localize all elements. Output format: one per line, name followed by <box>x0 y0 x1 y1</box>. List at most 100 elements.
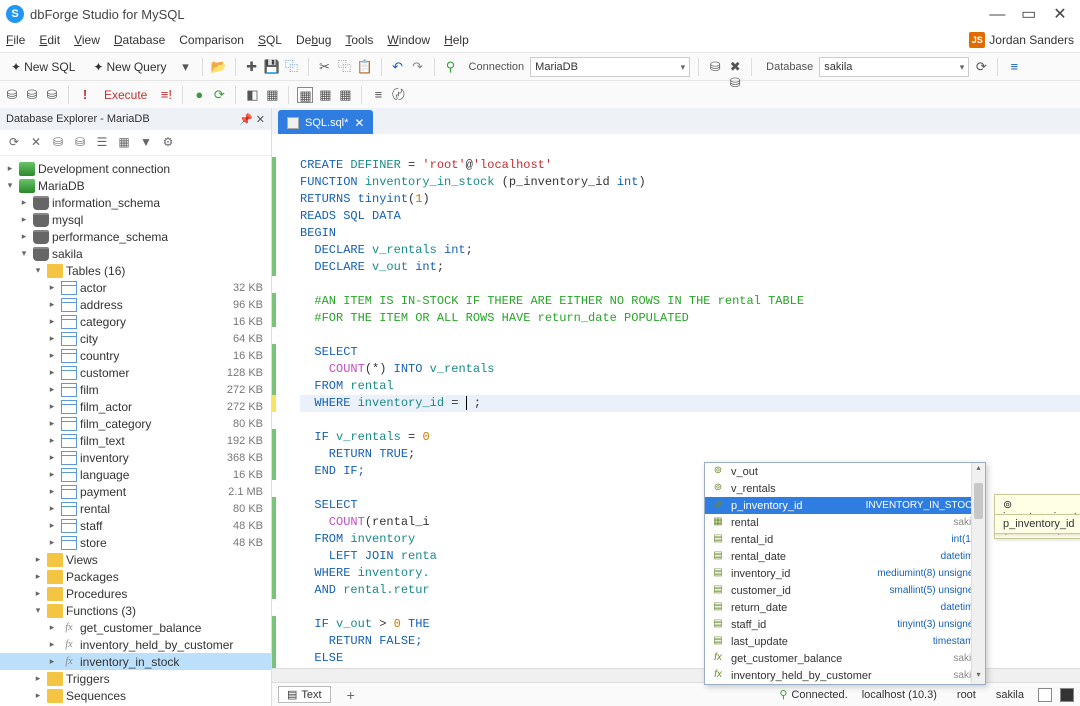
open-icon[interactable]: 📂 <box>211 59 227 75</box>
tb2-i2[interactable]: ⛁ <box>24 87 40 103</box>
ac-item-inventory_id[interactable]: ▤inventory_idmediumint(8) unsigned <box>705 565 985 582</box>
ac-item-p_inventory_id[interactable]: ⊚p_inventory_idINVENTORY_IN_STOCK <box>705 497 985 514</box>
ac-item-v_rentals[interactable]: ⊚v_rentals <box>705 480 985 497</box>
db-icon[interactable]: ⛁ <box>707 59 723 75</box>
exp-filter-icon[interactable]: ▼ <box>138 135 154 151</box>
tree-packages[interactable]: ▸Packages <box>0 568 271 585</box>
menu-tools[interactable]: Tools <box>345 33 373 47</box>
autocomplete-scrollbar[interactable]: ▴▾ <box>971 463 985 684</box>
status-sq1[interactable] <box>1038 688 1052 702</box>
tb2-a[interactable]: ◧ <box>244 87 260 103</box>
tb2-b[interactable]: ▦ <box>264 87 280 103</box>
copy-icon[interactable]: ⿻ <box>337 59 353 75</box>
exp-a-icon[interactable]: ⛁ <box>50 135 66 151</box>
tree-db-sakila[interactable]: ▾sakila <box>0 245 271 262</box>
tree-table-city[interactable]: ▸city64 KB <box>0 330 271 347</box>
undo-icon[interactable]: ↶ <box>390 59 406 75</box>
menu-comparison[interactable]: Comparison <box>179 33 244 47</box>
tree-views[interactable]: ▸Views <box>0 551 271 568</box>
tree-table-customer[interactable]: ▸customer128 KB <box>0 364 271 381</box>
ac-item-rental[interactable]: ▦rentalsakila <box>705 514 985 531</box>
add-icon[interactable]: ✚ <box>244 59 260 75</box>
tree-db-information_schema[interactable]: ▸information_schema <box>0 194 271 211</box>
exec-step-icon[interactable]: ≡! <box>158 87 174 103</box>
autocomplete-popup[interactable]: ▴▾ ⊚v_out⊚v_rentals⊚p_inventory_idINVENT… <box>704 462 986 685</box>
minimize-icon[interactable]: — <box>983 6 1011 24</box>
tb2-e[interactable]: ▦ <box>337 87 353 103</box>
menu-database[interactable]: Database <box>114 33 165 47</box>
connection-combo[interactable]: MariaDB <box>530 57 690 77</box>
tree-functions[interactable]: ▾Functions (3) <box>0 602 271 619</box>
exp-refresh-icon[interactable]: ⟳ <box>6 135 22 151</box>
redo-icon[interactable]: ↷ <box>410 59 426 75</box>
tb2-i3[interactable]: ⛁ <box>44 87 60 103</box>
tb2-i1[interactable]: ⛁ <box>4 87 20 103</box>
tree-table-rental[interactable]: ▸rental80 KB <box>0 500 271 517</box>
tree-db-mysql[interactable]: ▸mysql <box>0 211 271 228</box>
pin-icon[interactable]: 📌 ✕ <box>239 113 265 126</box>
ac-item-staff_id[interactable]: ▤staff_idtinyint(3) unsigned <box>705 616 985 633</box>
tree-fn-get_customer_balance[interactable]: ▸fxget_customer_balance <box>0 619 271 636</box>
tree-table-address[interactable]: ▸address96 KB <box>0 296 271 313</box>
tb2-g[interactable]: 〄 <box>390 87 406 103</box>
tree-tables-folder[interactable]: ▾Tables (16) <box>0 262 271 279</box>
ac-item-return_date[interactable]: ▤return_datedatetime <box>705 599 985 616</box>
tab-sql[interactable]: SQL.sql* ✕ <box>278 110 373 134</box>
ac-item-last_update[interactable]: ▤last_updatetimestamp <box>705 633 985 650</box>
db2-icon[interactable]: ✖⛁ <box>727 59 743 75</box>
ac-item-rental_id[interactable]: ▤rental_idint(11) <box>705 531 985 548</box>
tree-dev-conn[interactable]: ▸Development connection <box>0 160 271 177</box>
tree-table-actor[interactable]: ▸actor32 KB <box>0 279 271 296</box>
tree-mariadb[interactable]: ▾MariaDB <box>0 177 271 194</box>
status-sq2[interactable] <box>1060 688 1074 702</box>
exp-d-icon[interactable]: ▦ <box>116 135 132 151</box>
db-refresh-icon[interactable]: ⟳ <box>973 59 989 75</box>
tree-table-country[interactable]: ▸country16 KB <box>0 347 271 364</box>
menu-debug[interactable]: Debug <box>296 33 331 47</box>
tree-table-staff[interactable]: ▸staff48 KB <box>0 517 271 534</box>
tree-table-film_actor[interactable]: ▸film_actor272 KB <box>0 398 271 415</box>
ac-item-inventory_held_by_customer[interactable]: fxinventory_held_by_customersakila <box>705 667 985 684</box>
tab-close-icon[interactable]: ✕ <box>354 116 364 130</box>
exp-c-icon[interactable]: ☰ <box>94 135 110 151</box>
database-combo[interactable]: sakila <box>819 57 969 77</box>
tb2-f[interactable]: ≡ <box>370 87 386 103</box>
tree-table-category[interactable]: ▸category16 KB <box>0 313 271 330</box>
tb2-d[interactable]: ▦ <box>317 87 333 103</box>
exp-close-icon[interactable]: ✕ <box>28 135 44 151</box>
tb-drop1[interactable]: ▾ <box>178 59 194 75</box>
ac-item-customer_id[interactable]: ▤customer_idsmallint(5) unsigned <box>705 582 985 599</box>
stop-icon[interactable]: ! <box>77 87 93 103</box>
tree-fn-inventory_in_stock[interactable]: ▸fxinventory_in_stock <box>0 653 271 670</box>
settings-icon[interactable]: ≡ <box>1006 59 1022 75</box>
tb2-c[interactable]: ▦ <box>297 87 313 103</box>
menu-window[interactable]: Window <box>387 33 430 47</box>
refresh-icon[interactable]: ⟳ <box>211 87 227 103</box>
add-view-button[interactable]: + <box>341 687 361 703</box>
tree-db-performance_schema[interactable]: ▸performance_schema <box>0 228 271 245</box>
user-chip[interactable]: JS Jordan Sanders <box>969 32 1074 48</box>
new-sql-button[interactable]: ✦ New SQL <box>4 57 82 77</box>
play-icon[interactable]: ● <box>191 87 207 103</box>
tree-fn-inventory_held_by_customer[interactable]: ▸fxinventory_held_by_customer <box>0 636 271 653</box>
tree-table-inventory[interactable]: ▸inventory368 KB <box>0 449 271 466</box>
new-query-button[interactable]: ✦ New Query <box>86 57 173 77</box>
tree-procedures[interactable]: ▸Procedures <box>0 585 271 602</box>
menu-edit[interactable]: Edit <box>39 33 60 47</box>
tree-table-store[interactable]: ▸store48 KB <box>0 534 271 551</box>
paste-icon[interactable]: 📋 <box>357 59 373 75</box>
explorer-tree[interactable]: ▸Development connection▾MariaDB▸informat… <box>0 156 271 706</box>
tree-triggers[interactable]: ▸Triggers <box>0 670 271 687</box>
ac-item-get_customer_balance[interactable]: fxget_customer_balancesakila <box>705 650 985 667</box>
ac-item-rental_date[interactable]: ▤rental_datedatetime <box>705 548 985 565</box>
tree-table-payment[interactable]: ▸payment2.1 MB <box>0 483 271 500</box>
tree-table-film[interactable]: ▸film272 KB <box>0 381 271 398</box>
tree-table-film_text[interactable]: ▸film_text192 KB <box>0 432 271 449</box>
menu-help[interactable]: Help <box>444 33 469 47</box>
maximize-icon[interactable]: ▭ <box>1015 4 1043 24</box>
tree-sequences[interactable]: ▸Sequences <box>0 687 271 704</box>
connection-icon[interactable]: ⚲ <box>443 59 459 75</box>
execute-button[interactable]: Execute <box>97 85 154 105</box>
tree-table-film_category[interactable]: ▸film_category80 KB <box>0 415 271 432</box>
tree-table-language[interactable]: ▸language16 KB <box>0 466 271 483</box>
